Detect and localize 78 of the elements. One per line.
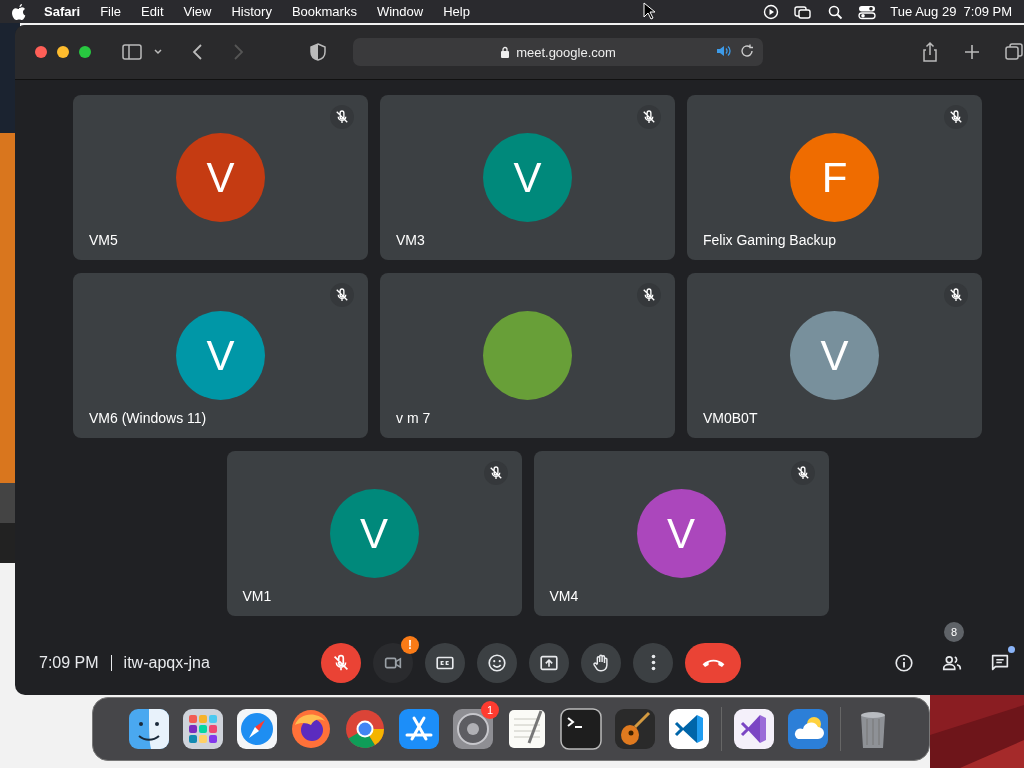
vscode-app-icon[interactable] [667,707,711,751]
zoom-button[interactable] [79,46,91,58]
reload-icon[interactable] [739,43,755,59]
menu-item[interactable]: History [231,4,272,19]
avatar: V [329,489,419,578]
menu-item[interactable]: File [100,4,122,19]
participant-name: VM6 (Windows 11) [89,410,207,426]
lock-icon [500,46,511,58]
avatar: V [636,489,726,578]
participant-name: VM5 [89,232,118,248]
search-icon[interactable] [826,3,845,20]
avatar: V [483,133,572,222]
apple-logo-icon[interactable] [12,3,26,20]
menu-item[interactable]: View [183,4,212,19]
participant-count-badge: 8 [944,621,964,642]
captions-button[interactable] [425,642,465,683]
emoji-icon [486,651,508,674]
terminal-app-icon[interactable] [559,707,603,751]
close-button[interactable] [35,46,47,58]
guitar-app-icon[interactable] [613,707,657,751]
chevron-down-icon[interactable] [153,47,163,57]
more-icon [650,654,656,671]
avatar: V [176,311,265,400]
menu-item[interactable]: Window [376,4,424,19]
info-icon [893,651,915,674]
emoji-button[interactable] [477,642,517,683]
avatar: V [176,133,265,222]
participant-tile[interactable]: V VM6 (Windows 11) [73,273,368,438]
settings-app-icon[interactable] [451,707,495,751]
meeting-code: itw-apqx-jna [123,653,210,672]
participant-name: VM1 [242,588,272,604]
participant-name: VM3 [396,232,425,248]
control-center-icon[interactable] [858,3,877,20]
mouse-pointer-icon [643,2,657,20]
address-bar[interactable]: meet.google.com [353,38,763,66]
menu-item[interactable]: Edit [141,4,164,19]
participant-tile[interactable]: V VM5 [73,95,368,260]
participant-tile[interactable]: V VM3 [380,95,675,260]
weather-app-icon[interactable] [786,707,830,751]
shield-icon[interactable] [307,41,329,63]
participant-name: Felix Gaming Backup [703,232,837,248]
participant-name: VM0B0T [703,410,758,426]
app-menu[interactable]: Safari [44,4,81,19]
visualstudio-app-icon[interactable] [732,707,776,751]
meeting-time: 7:09 PM [39,653,99,672]
raise-hand-button[interactable] [581,642,621,683]
warning-badge: ! [401,635,419,654]
participant-name: v m 7 [396,410,431,426]
minimize-button[interactable] [57,46,69,58]
safari-app-icon[interactable] [235,707,279,751]
participant-tile[interactable]: V VM0B0T [687,273,982,438]
tab-overview-icon[interactable] [1003,41,1024,63]
avatar: F [790,133,879,222]
end-call-button[interactable] [685,642,741,683]
microphone-off-button[interactable] [321,642,361,683]
avatar: V [790,311,879,400]
play-circle-icon[interactable] [762,3,781,20]
screen-mirroring-icon[interactable] [794,3,813,20]
participant-tile[interactable]: V VM4 [533,451,829,616]
camera-button[interactable] [373,642,413,683]
participant-tile[interactable]: V VM1 [226,451,522,616]
appstore-app-icon[interactable] [397,707,441,751]
participant-name: VM4 [549,588,579,604]
end-call-icon [701,657,725,668]
finder-app-icon[interactable] [127,707,171,751]
firefox-app-icon[interactable] [289,707,333,751]
more-options-button[interactable] [633,642,673,683]
menu-item[interactable]: Help [443,4,470,19]
menu-item[interactable]: Bookmarks [291,4,357,19]
notification-badge: 1 [481,701,499,719]
chrome-app-icon[interactable] [343,707,387,751]
sidebar-icon[interactable] [121,41,143,63]
present-screen-button[interactable] [529,642,569,683]
speaker-icon[interactable] [715,43,731,59]
launchpad-app-icon[interactable] [181,707,225,751]
participant-tile[interactable]: F Felix Gaming Backup [687,95,982,260]
menu-bar-clock[interactable]: Tue Aug 29 7:09 PM [890,4,1012,19]
participant-tile[interactable]: v m 7 [380,273,675,438]
